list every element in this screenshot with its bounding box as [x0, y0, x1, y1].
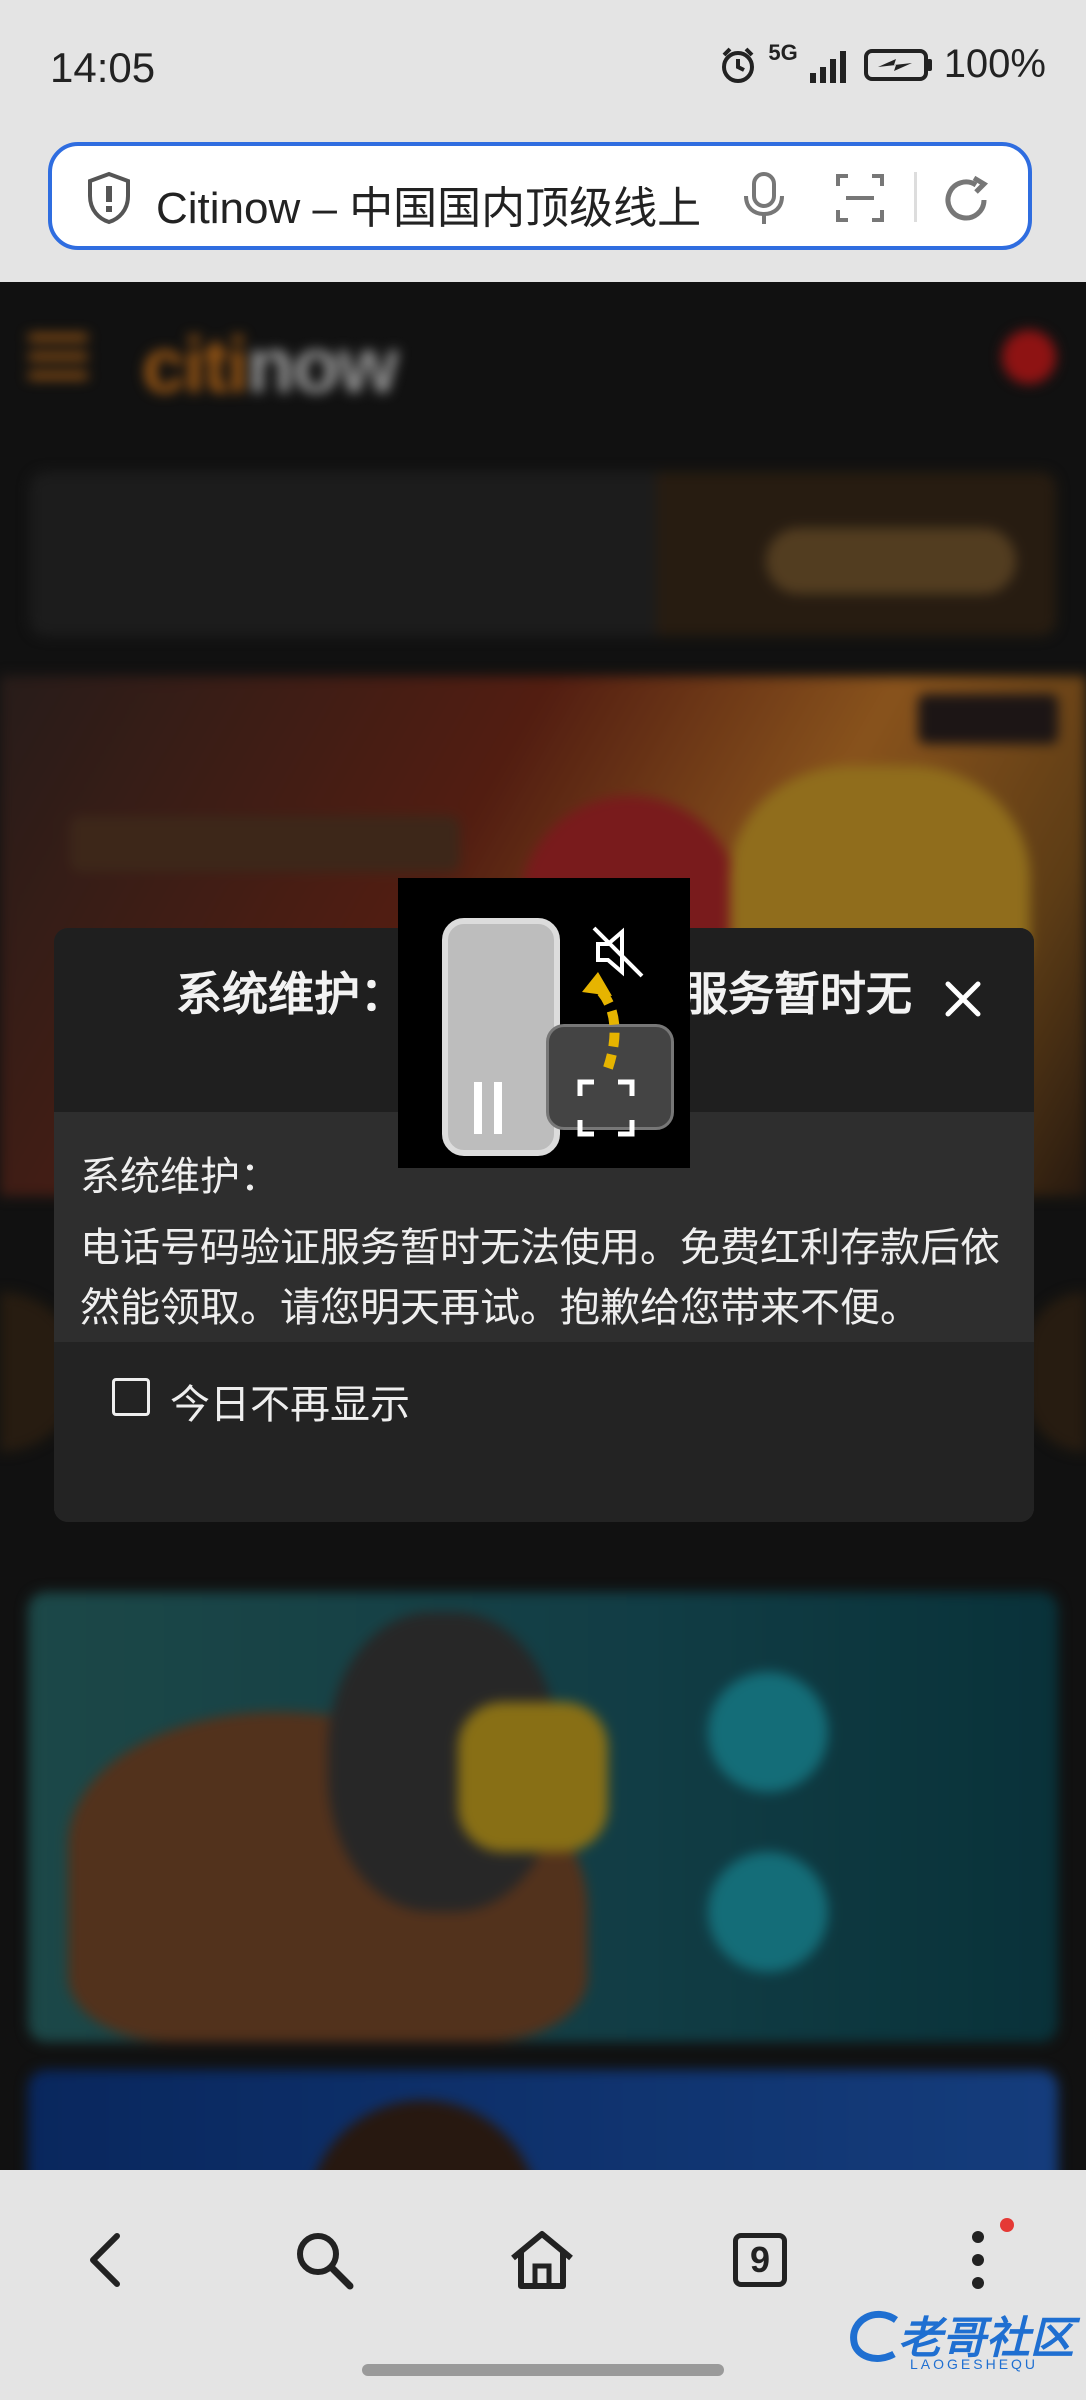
back-button[interactable]: [56, 2210, 156, 2310]
search-icon: [297, 2233, 354, 2290]
dialog-subtitle: 系统维护：: [80, 1155, 280, 1199]
dialog-message: 电话号码验证服务暂时无法使用。免费红利存款后依然能领取。请您明天再试。抱歉给您带…: [80, 1226, 1000, 1330]
address-text[interactable]: Citinow – 中国国内顶级线上: [156, 172, 786, 236]
close-icon[interactable]: [938, 974, 988, 1024]
pause-icon[interactable]: [468, 1078, 508, 1138]
battery-percent: 100%: [943, 42, 1046, 86]
signal-icon: [809, 50, 846, 83]
browser-toolbar: Citinow – 中国国内顶级线上: [0, 138, 1086, 282]
gesture-bar[interactable]: [362, 2364, 724, 2376]
tabs-count: 9: [733, 2233, 787, 2287]
network-type: 5G: [768, 39, 798, 65]
fullscreen-icon[interactable]: [576, 1078, 636, 1138]
tabs-button[interactable]: 9: [710, 2210, 810, 2310]
alarm-icon: [722, 47, 755, 83]
dragon-icon: [850, 2311, 899, 2362]
scan-icon[interactable]: [834, 170, 886, 226]
home-icon: [511, 2231, 573, 2289]
status-icons: 5G 100%: [718, 39, 1046, 87]
dialog-footer: 今日不再显示: [54, 1342, 1034, 1522]
address-bar[interactable]: Citinow – 中国国内顶级线上: [48, 142, 1032, 250]
address-divider: [914, 172, 917, 222]
notification-dot: [1000, 2218, 1014, 2232]
floating-video-player[interactable]: [398, 878, 690, 1168]
home-button[interactable]: [492, 2210, 592, 2310]
browser-bottom-bar: 9 老哥社区 LAOGESHEQU: [0, 2170, 1086, 2400]
microphone-icon[interactable]: [742, 170, 786, 228]
site-security-icon[interactable]: [84, 170, 134, 226]
search-button[interactable]: [274, 2210, 374, 2310]
watermark-subtext: LAOGESHEQU: [910, 2356, 1039, 2372]
back-arrow-icon: [90, 2233, 120, 2287]
battery-charging-icon: [863, 48, 932, 81]
status-bar: 14:05 5G 100%: [0, 0, 1086, 138]
more-vertical-icon: [972, 2231, 984, 2289]
dont-show-today-label[interactable]: 今日不再显示: [170, 1372, 410, 1430]
dont-show-today-checkbox[interactable]: [112, 1378, 150, 1416]
status-time: 14:05: [50, 44, 156, 91]
mute-icon[interactable]: [588, 922, 648, 982]
watermark-logo: 老哥社区 LAOGESHEQU: [846, 2300, 1076, 2380]
reload-icon[interactable]: [936, 170, 996, 230]
